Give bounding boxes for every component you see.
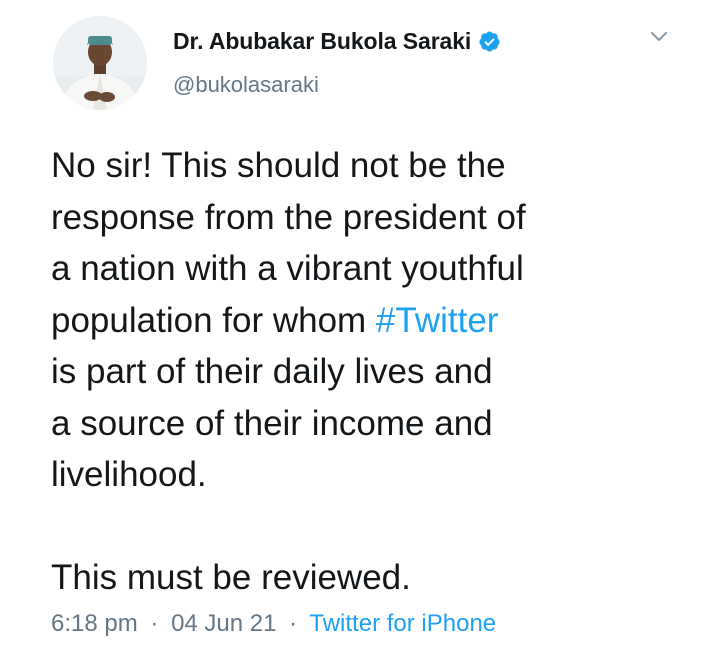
tweet-date[interactable]: 04 Jun 21 bbox=[171, 610, 276, 637]
tweet-line-with-hashtag: population for whom #Twitter bbox=[51, 295, 691, 347]
display-name[interactable]: Dr. Abubakar Bukola Saraki bbox=[173, 28, 471, 55]
chevron-down-icon[interactable] bbox=[648, 28, 670, 46]
tweet-line: livelihood. bbox=[51, 455, 207, 494]
tweet-meta: 6:18 pm · 04 Jun 21 · Twitter for iPhone bbox=[51, 610, 496, 638]
meta-separator: · bbox=[289, 610, 298, 637]
tweet-line: a source of their income and bbox=[51, 403, 493, 443]
verified-badge-icon bbox=[478, 30, 501, 53]
tweet-text: No sir! This should not be the response … bbox=[51, 140, 691, 604]
tweet-card: Dr. Abubakar Bukola Saraki @bukolasaraki… bbox=[0, 0, 720, 662]
tweet-line: a nation with a vibrant youthful bbox=[51, 249, 524, 288]
author-block: Dr. Abubakar Bukola Saraki @bukolasaraki bbox=[173, 26, 640, 98]
tweet-time[interactable]: 6:18 pm bbox=[51, 610, 138, 637]
meta-separator: · bbox=[150, 610, 159, 637]
tweet-line: is part of their daily lives and bbox=[51, 352, 493, 391]
profile-photo-icon bbox=[53, 16, 147, 110]
tweet-line: response from the president of bbox=[51, 197, 526, 237]
tweet-line-text: population for whom bbox=[51, 300, 376, 340]
tweet-closing-line: This must be reviewed. bbox=[51, 558, 411, 597]
hashtag-link[interactable]: #Twitter bbox=[376, 301, 499, 340]
tweet-line: No sir! This should not be the bbox=[51, 146, 506, 185]
tweet-source-link[interactable]: Twitter for iPhone bbox=[309, 610, 496, 637]
name-row: Dr. Abubakar Bukola Saraki bbox=[173, 26, 640, 56]
avatar[interactable] bbox=[53, 16, 147, 110]
user-handle[interactable]: @bukolasaraki bbox=[173, 72, 640, 98]
